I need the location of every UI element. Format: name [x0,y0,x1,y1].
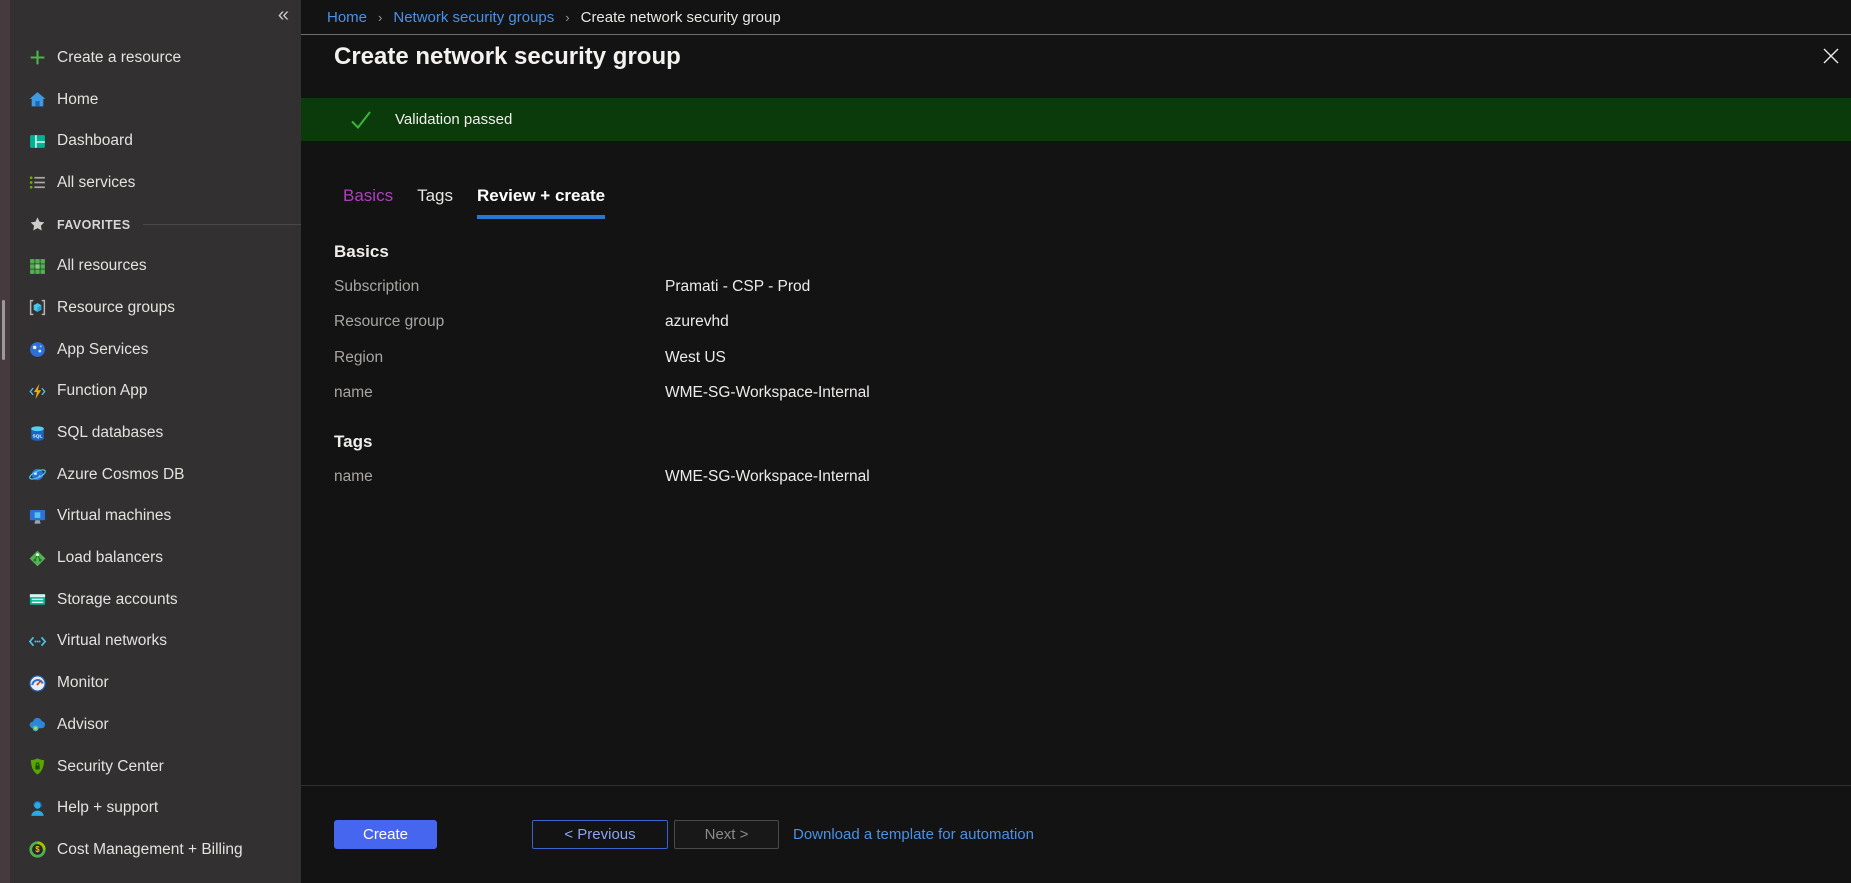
virtual-networks-icon [28,632,47,651]
page-title: Create network security group [334,43,681,71]
sidebar-item-home[interactable]: Home [10,79,301,121]
sidebar-favorites-header: FAVORITES [10,204,301,246]
review-row-resource-group: Resource group azurevhd [334,305,1314,341]
review-row-tag-name: name WME-SG-Workspace-Internal [334,459,1314,495]
home-icon [28,90,47,109]
svg-text:$: $ [35,846,40,855]
sidebar-item-cost-management-billing[interactable]: $ Cost Management + Billing [10,829,301,871]
download-template-link[interactable]: Download a template for automation [793,820,1034,849]
storage-accounts-icon [28,590,47,609]
sidebar-item-virtual-networks[interactable]: Virtual networks [10,621,301,663]
close-icon[interactable] [1820,45,1842,67]
footer-divider [301,785,1851,786]
window-edge-strip [0,0,10,883]
breadcrumb-home-link[interactable]: Home [327,9,367,26]
chevron-right-icon: › [378,10,382,25]
validation-message: Validation passed [395,111,512,128]
tags-section: Tags name WME-SG-Workspace-Internal [334,430,1314,495]
all-services-icon [28,173,47,192]
sidebar-nav: Create a resource Home Dashboard All ser… [10,37,301,871]
resource-groups-icon [28,298,47,317]
main-panel: Home › Network security groups › Create … [301,0,1851,883]
cost-management-icon: $ [28,840,47,859]
sidebar: « Create a resource Home Dashboard All s… [10,0,301,883]
sidebar-item-dashboard[interactable]: Dashboard [10,120,301,162]
cosmos-db-icon [28,465,47,484]
collapse-sidebar-icon[interactable]: « [278,5,289,25]
security-center-icon [28,757,47,776]
sidebar-item-all-resources[interactable]: All resources [10,245,301,287]
dashboard-icon [28,132,47,151]
review-row-name: name WME-SG-Workspace-Internal [334,376,1314,412]
breadcrumb-parent-link[interactable]: Network security groups [393,9,554,26]
sidebar-item-sql-databases[interactable]: SQL SQL databases [10,412,301,454]
sidebar-item-azure-cosmos-db[interactable]: Azure Cosmos DB [10,454,301,496]
sidebar-item-help-support[interactable]: Help + support [10,787,301,829]
sidebar-item-load-balancers[interactable]: Load balancers [10,537,301,579]
sidebar-item-advisor[interactable]: Advisor [10,704,301,746]
chevron-right-icon: › [565,10,569,25]
app-services-icon [28,340,47,359]
breadcrumb-current: Create network security group [581,9,781,26]
footer-action-bar: Create < Previous Next > Download a temp… [301,820,1851,849]
sidebar-item-virtual-machines[interactable]: Virtual machines [10,496,301,538]
tab-review-create[interactable]: Review + create [477,186,605,219]
tab-basics[interactable]: Basics [343,186,393,219]
next-button[interactable]: Next > [674,820,779,849]
sidebar-item-function-app[interactable]: Function App [10,371,301,413]
tags-section-heading: Tags [334,430,1314,454]
sidebar-item-all-services[interactable]: All services [10,162,301,204]
basics-section-heading: Basics [334,240,1314,264]
sidebar-item-storage-accounts[interactable]: Storage accounts [10,579,301,621]
tab-tags[interactable]: Tags [417,186,453,219]
virtual-machines-icon [28,507,47,526]
star-icon [28,216,47,233]
function-app-icon [28,382,47,401]
previous-button[interactable]: < Previous [532,820,668,849]
sidebar-item-app-services[interactable]: App Services [10,329,301,371]
review-summary: Basics Subscription Pramati - CSP - Prod… [334,240,1314,495]
plus-icon [28,48,47,67]
monitor-icon [28,674,47,693]
review-row-region: Region West US [334,340,1314,376]
all-resources-icon [28,257,47,276]
sidebar-scrollbar-thumb[interactable] [2,300,5,360]
advisor-icon [28,715,47,734]
sidebar-item-resource-groups[interactable]: Resource groups [10,287,301,329]
create-button[interactable]: Create [334,820,437,849]
svg-text:SQL: SQL [33,433,43,439]
review-row-subscription: Subscription Pramati - CSP - Prod [334,269,1314,305]
load-balancers-icon [28,549,47,568]
tab-bar: Basics Tags Review + create [343,186,629,219]
validation-banner: Validation passed [301,98,1851,141]
sidebar-item-security-center[interactable]: Security Center [10,746,301,788]
help-support-icon [28,799,47,818]
check-icon [348,107,374,133]
sidebar-item-create-a-resource[interactable]: Create a resource [10,37,301,79]
breadcrumb: Home › Network security groups › Create … [301,0,1851,35]
sql-databases-icon: SQL [28,424,47,443]
sidebar-item-monitor[interactable]: Monitor [10,662,301,704]
favorites-divider [143,224,301,225]
